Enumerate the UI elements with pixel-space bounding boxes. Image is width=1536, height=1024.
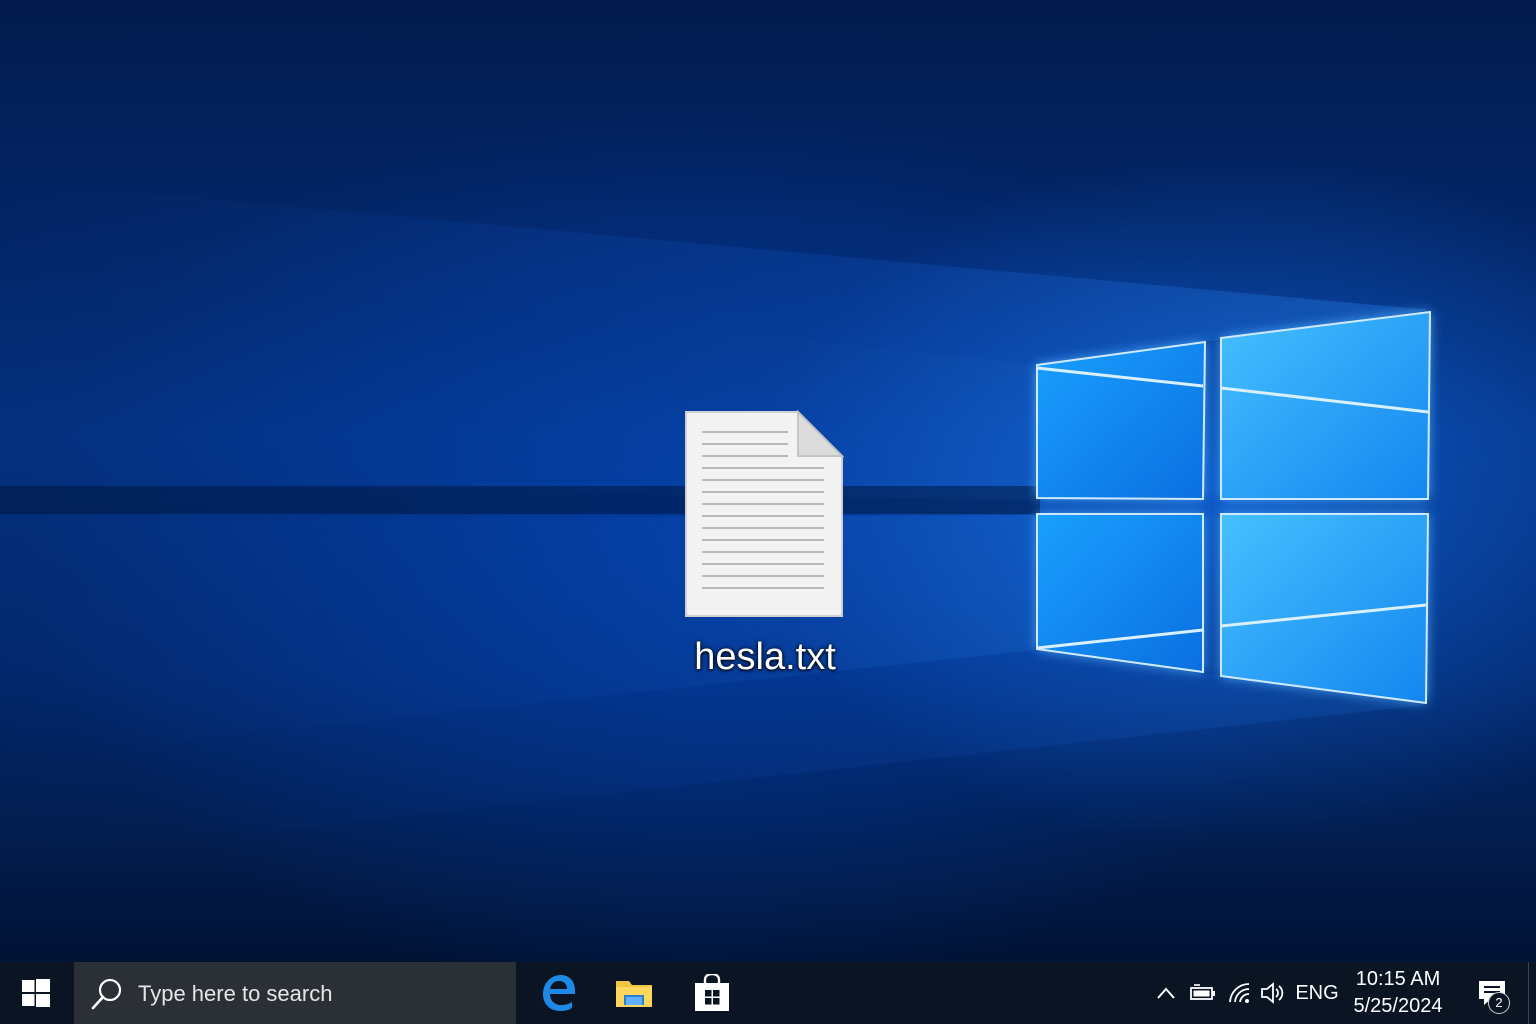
taskbar-app-store[interactable] bbox=[674, 962, 750, 1024]
taskbar-app-file-explorer[interactable] bbox=[596, 962, 672, 1024]
desktop-icon-hesla[interactable]: hesla.txt bbox=[660, 400, 870, 690]
clock-time: 10:15 AM bbox=[1355, 968, 1441, 990]
desktop[interactable]: hesla.txt bbox=[0, 0, 1536, 962]
start-button[interactable] bbox=[0, 962, 72, 1024]
battery-icon bbox=[1190, 984, 1215, 1000]
show-desktop-button[interactable] bbox=[1528, 962, 1536, 1024]
store-icon bbox=[695, 974, 729, 1011]
network-button[interactable] bbox=[1224, 962, 1254, 1024]
search-box[interactable]: Type here to search bbox=[74, 962, 516, 1024]
notification-count-badge: 2 bbox=[1488, 992, 1510, 1014]
action-center-button[interactable]: 2 bbox=[1462, 962, 1522, 1024]
search-placeholder: Type here to search bbox=[138, 981, 333, 1006]
desktop-icon-label: hesla.txt bbox=[694, 636, 836, 678]
volume-icon bbox=[1261, 982, 1284, 1004]
edge-icon bbox=[543, 975, 575, 1011]
text-file-icon bbox=[685, 410, 844, 617]
clock-date: 5/25/2024 bbox=[1353, 995, 1443, 1017]
search-icon bbox=[91, 978, 122, 1010]
windows-logo-icon bbox=[22, 979, 50, 1007]
wifi-icon bbox=[1229, 983, 1250, 1003]
volume-button[interactable] bbox=[1258, 962, 1288, 1024]
taskbar-app-edge[interactable] bbox=[520, 962, 596, 1024]
battery-button[interactable] bbox=[1188, 962, 1218, 1024]
chevron-up-icon bbox=[1157, 987, 1175, 999]
input-language-button[interactable]: ENG bbox=[1292, 962, 1342, 1024]
show-hidden-icons-button[interactable] bbox=[1152, 962, 1180, 1024]
clock-button[interactable]: 10:15 AM 5/25/2024 bbox=[1344, 966, 1452, 1020]
taskbar: Type here to search ENG 10:15 AM 5/25/20… bbox=[0, 962, 1536, 1024]
folder-icon bbox=[616, 981, 652, 1007]
